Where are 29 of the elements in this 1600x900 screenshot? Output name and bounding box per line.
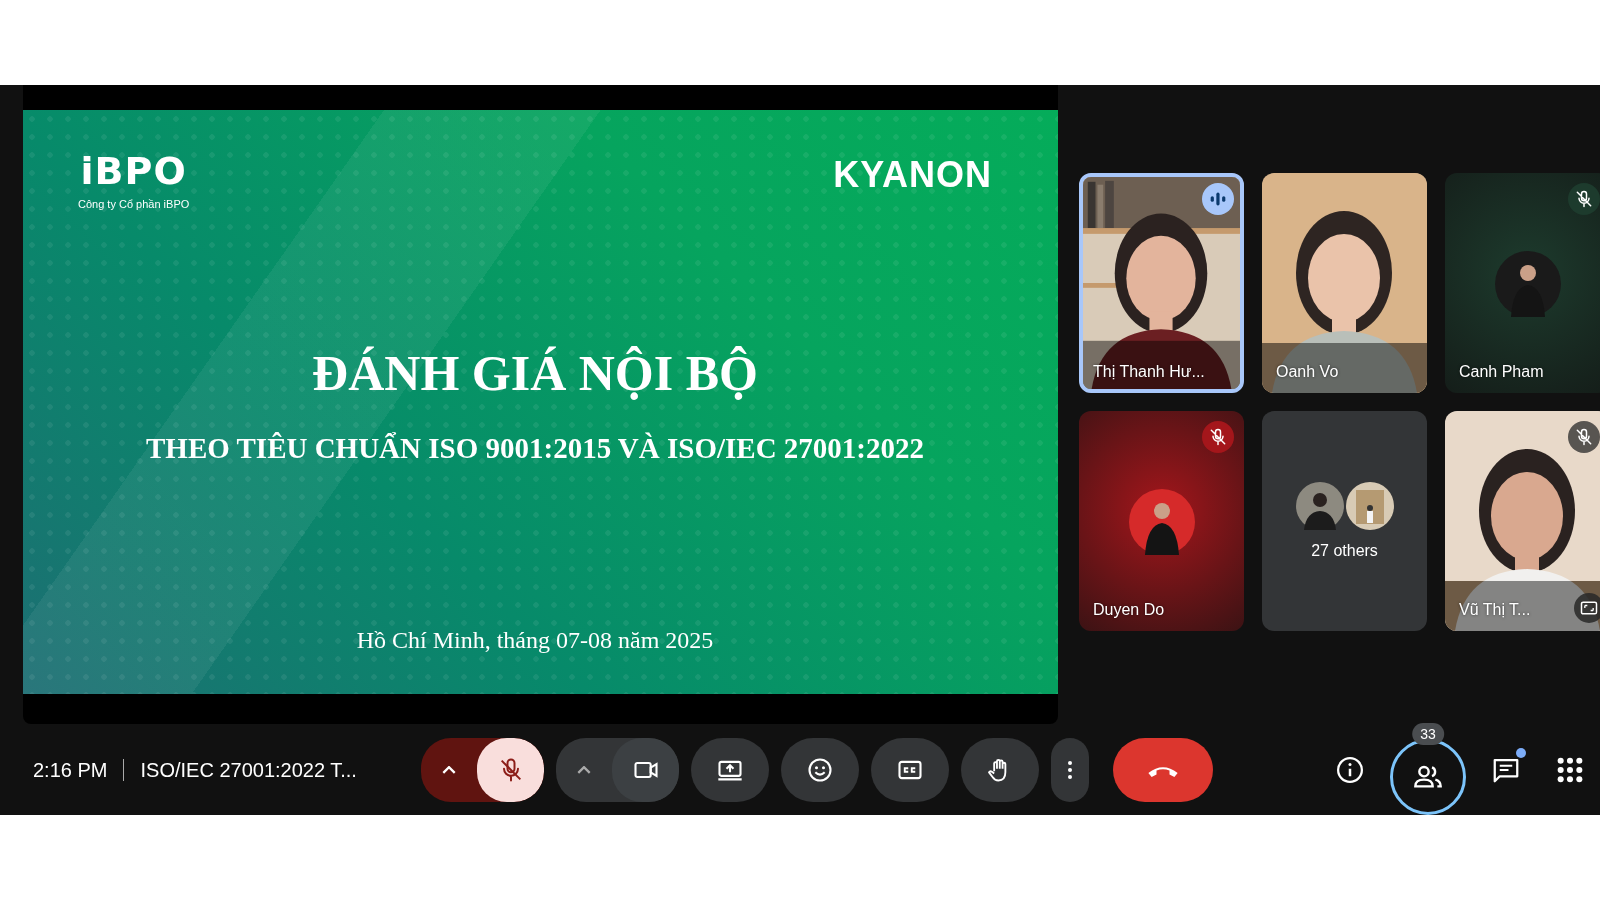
smiley-icon — [806, 756, 834, 784]
microphone-button[interactable] — [477, 738, 544, 802]
more-icon — [1066, 758, 1074, 782]
participant-tile[interactable]: Duyen Do — [1079, 411, 1244, 631]
partner-logo: KYANON — [833, 154, 992, 196]
participant-tile[interactable]: Oanh Vo — [1262, 173, 1427, 393]
caret-icon — [442, 766, 456, 774]
participant-name: Vũ Thị T... — [1459, 601, 1531, 619]
others-tile[interactable]: 27 others — [1262, 411, 1427, 631]
slide-title: ĐÁNH GIÁ NỘI BỘ — [312, 344, 758, 402]
participant-tile[interactable]: Canh Pham — [1445, 173, 1600, 393]
slide-footer: Hồ Chí Minh, tháng 07-08 năm 2025 — [356, 627, 714, 654]
participant-count-badge: 33 — [1412, 723, 1444, 745]
participant-name: Oanh Vo — [1276, 363, 1339, 381]
company-name: Công ty Cổ phần iBPO — [78, 198, 190, 210]
info-icon — [1335, 755, 1365, 785]
apps-grid-icon — [1556, 756, 1584, 784]
meeting-time: 2:16 PM — [33, 758, 108, 782]
participant-name: Duyen Do — [1093, 601, 1165, 619]
slide-subtitle: THEO TIÊU CHUẨN ISO 9001:2015 VÀ ISO/IEC 27001:2022 — [146, 432, 924, 465]
participant-name: Canh Pham — [1459, 363, 1544, 381]
meeting-title: ISO/IEC 27001:2022 T... — [140, 758, 357, 782]
participant-tile[interactable]: Thị Thanh Hư... — [1079, 173, 1244, 393]
camera-button[interactable] — [612, 738, 679, 802]
participant-name: Thị Thanh Hư... — [1093, 363, 1205, 381]
participant-tile[interactable]: Vũ Thị T... — [1445, 411, 1600, 631]
company-logo: iBPO — [80, 152, 187, 190]
caret-icon — [577, 766, 591, 774]
others-count: 27 others — [1311, 542, 1378, 560]
